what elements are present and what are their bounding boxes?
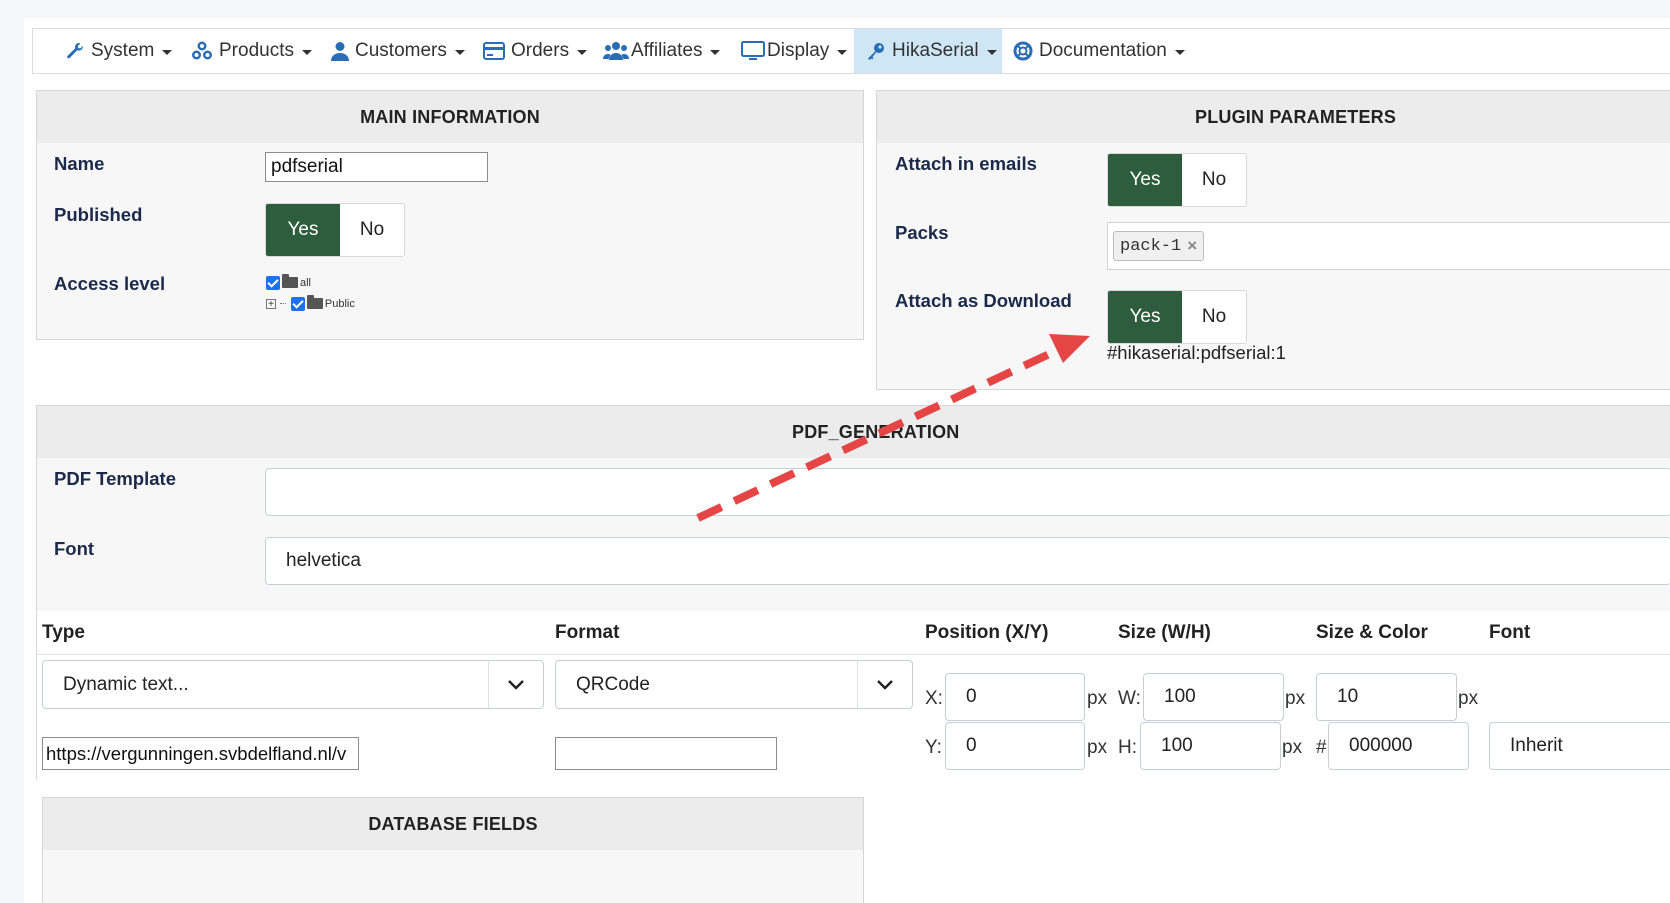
annotation-arrow — [696, 334, 1090, 522]
